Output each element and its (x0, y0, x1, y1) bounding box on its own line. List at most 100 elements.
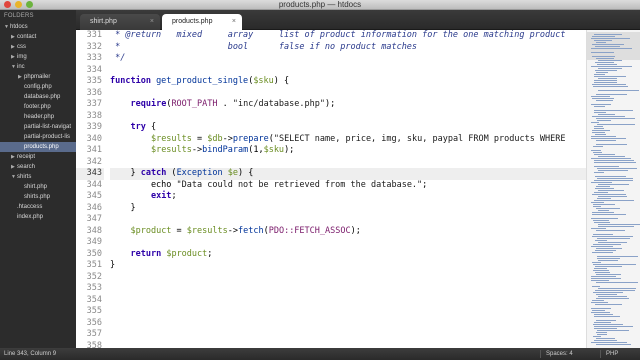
code-line[interactable]: $results->bindParam(1,$sku); (110, 145, 586, 157)
file-item[interactable]: shirt.php (0, 182, 76, 192)
line-number: 354 (86, 294, 102, 305)
minimap-line (596, 248, 622, 249)
code-line[interactable] (110, 111, 586, 123)
file-tree: ▼htdocs ▶ contact ▶ css ▶ img ▼inc ▶ phpmailer con… (0, 22, 76, 222)
minimap-line (591, 218, 618, 219)
code-line[interactable]: echo "Data could not be retrieved from t… (110, 180, 586, 192)
minimap-line (591, 150, 601, 151)
folder-item[interactable]: ▶ receipt (0, 152, 76, 162)
code-line[interactable] (110, 65, 586, 77)
folder-item[interactable]: ▶ css (0, 42, 76, 52)
line-number: 356 (86, 317, 102, 328)
file-item[interactable]: header.php (0, 112, 76, 122)
minimap-line (598, 156, 625, 157)
code-line[interactable] (110, 283, 586, 295)
code-line[interactable]: } (110, 203, 586, 215)
tab-products-php[interactable]: products.php × (162, 14, 242, 30)
minimap-line (593, 336, 601, 337)
tree-item-label: footer.php (24, 104, 51, 110)
code-line[interactable]: $product = $results->fetch(PDO::FETCH_AS… (110, 226, 586, 238)
minimap-line (594, 40, 612, 41)
code-line[interactable] (110, 295, 586, 307)
minimap-line (593, 234, 613, 235)
tree-item-label: database.php (24, 94, 61, 100)
minimap-line (594, 166, 619, 167)
minimap-line (591, 302, 608, 303)
file-item[interactable]: config.php (0, 82, 76, 92)
line-number: 352 (86, 271, 102, 282)
window-title: products.php — htdocs (278, 0, 362, 9)
minimap-line (596, 344, 631, 345)
code-line[interactable] (110, 341, 586, 349)
tree-item-label: partial-product-lis (24, 134, 71, 140)
minimap-line (592, 116, 625, 117)
close-tab-icon[interactable]: × (150, 14, 154, 30)
folder-item[interactable]: ▶ img (0, 52, 76, 62)
code-token: * @return mixed array list of product in… (110, 30, 566, 40)
minimap-line (594, 268, 607, 269)
folder-item[interactable]: ▼htdocs (0, 22, 76, 32)
folder-item[interactable]: ▶ phpmailer (0, 72, 76, 82)
tree-item-label: htdocs (10, 24, 28, 30)
code-line[interactable]: function get_product_single($sku) { (110, 76, 586, 88)
code-line[interactable] (110, 329, 586, 341)
minimap-line (592, 214, 626, 215)
code-line[interactable] (110, 272, 586, 284)
close-tab-icon[interactable]: × (232, 14, 236, 30)
code-line[interactable] (110, 306, 586, 318)
line-number: 357 (86, 329, 102, 339)
folder-item[interactable]: ▼shirts (0, 172, 76, 182)
minimap-line (593, 220, 609, 221)
folder-item[interactable]: ▶ contact (0, 32, 76, 42)
code-token: function (110, 76, 157, 86)
code-line[interactable]: * @return mixed array list of product in… (110, 30, 586, 42)
file-item[interactable]: partial-list-navigat (0, 122, 76, 132)
code-line[interactable]: */ (110, 53, 586, 65)
folder-item[interactable]: ▼inc (0, 62, 76, 72)
minimap-line (591, 276, 616, 277)
code-line[interactable]: exit; (110, 191, 586, 203)
folder-item[interactable]: ▶ search (0, 162, 76, 172)
minimap-line (592, 44, 624, 45)
file-item[interactable]: products.php (0, 142, 76, 152)
code-line[interactable]: } catch (Exception $e) { (110, 168, 586, 180)
tab-shirt-php[interactable]: shirt.php × (80, 14, 160, 30)
code-line[interactable] (110, 157, 586, 169)
syntax-selector[interactable]: PHP (606, 348, 618, 360)
code-line[interactable] (110, 214, 586, 226)
code-token: catch (140, 168, 167, 178)
code-line[interactable]: * bool false if no product matches (110, 42, 586, 54)
code-line[interactable] (110, 318, 586, 330)
status-divider (600, 350, 601, 358)
tree-item-label: .htaccess (17, 204, 43, 210)
minimap-line (592, 236, 633, 237)
minimap-line (598, 90, 639, 91)
minimap-line (592, 98, 614, 99)
file-item[interactable]: footer.php (0, 102, 76, 112)
minimap-line (595, 266, 622, 267)
minimap-line (595, 290, 635, 291)
code-token: $product (166, 248, 208, 259)
code-editor[interactable]: 331 332 333 334 335 336 337 338 339 340 341 342 343 3… (76, 30, 586, 348)
minimap-line (594, 106, 605, 107)
code-line[interactable]: } (110, 260, 586, 272)
file-item[interactable]: .htaccess (0, 202, 76, 212)
line-number: 348 (86, 225, 102, 236)
code-area[interactable]: * @return mixed array list of product in… (110, 30, 586, 348)
code-line[interactable]: require(ROOT_PATH . "inc/database.php"); (110, 99, 586, 111)
code-line[interactable]: return $product; (110, 249, 586, 261)
file-item[interactable]: partial-product-lis (0, 132, 76, 142)
code-line[interactable] (110, 88, 586, 100)
code-line[interactable] (110, 237, 586, 249)
file-item[interactable]: database.php (0, 92, 76, 102)
minimap-line (592, 194, 626, 195)
line-number: 350 (86, 248, 102, 259)
file-item[interactable]: index.php (0, 212, 76, 222)
indentation-setting[interactable]: Spaces: 4 (546, 348, 573, 360)
code-line[interactable]: $results = $db->prepare("SELECT name, pr… (110, 134, 586, 146)
file-item[interactable]: shirts.php (0, 192, 76, 202)
code-line[interactable]: try { (110, 122, 586, 134)
minimap[interactable] (586, 30, 640, 348)
minimap-line (594, 74, 605, 75)
